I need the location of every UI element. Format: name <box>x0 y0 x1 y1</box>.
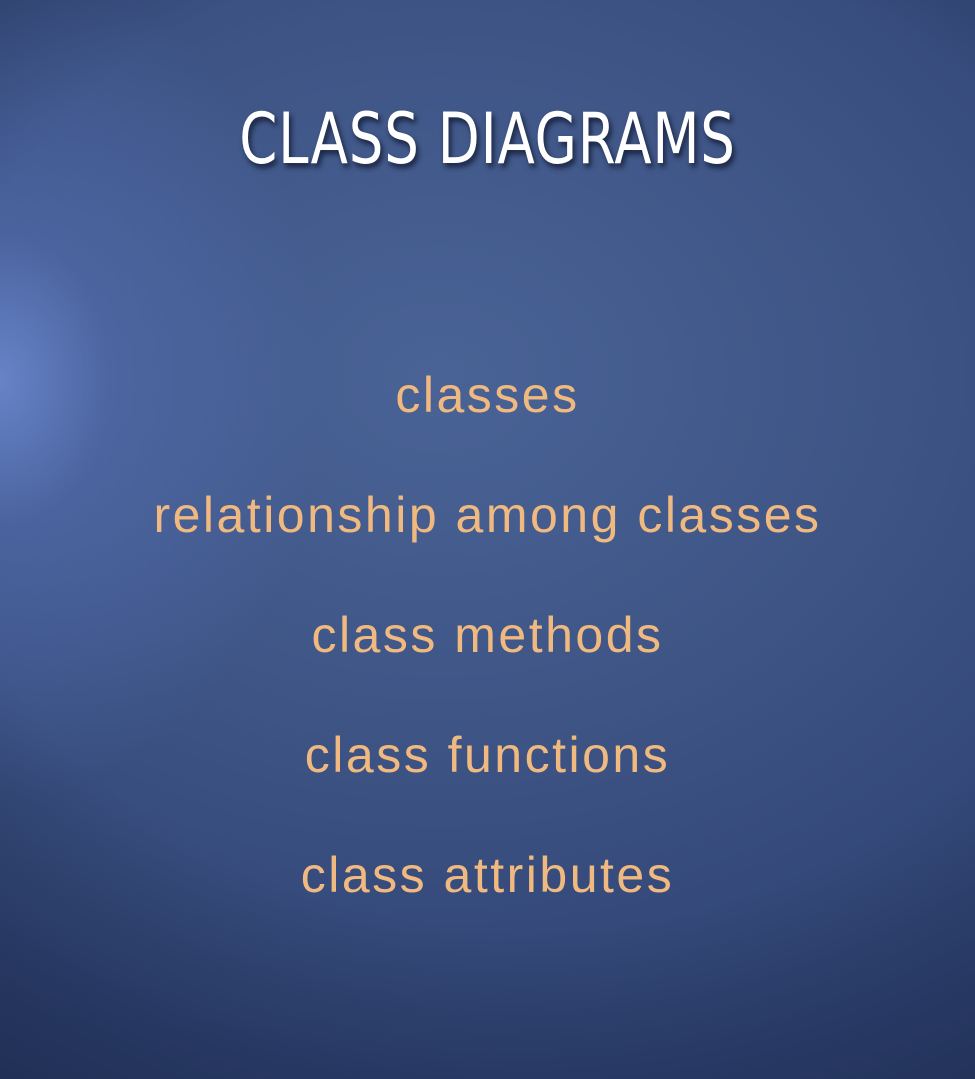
topic-item-methods: class methods <box>311 607 664 663</box>
slide-title: CLASS DIAGRAMS <box>239 98 736 180</box>
topic-item-attributes: class attributes <box>300 847 675 903</box>
topic-item-relationships: relationship among classes <box>153 487 822 543</box>
topic-list: classes relationship among classes class… <box>0 355 975 955</box>
topic-item-classes: classes <box>395 367 580 423</box>
topic-item-functions: class functions <box>304 727 671 783</box>
